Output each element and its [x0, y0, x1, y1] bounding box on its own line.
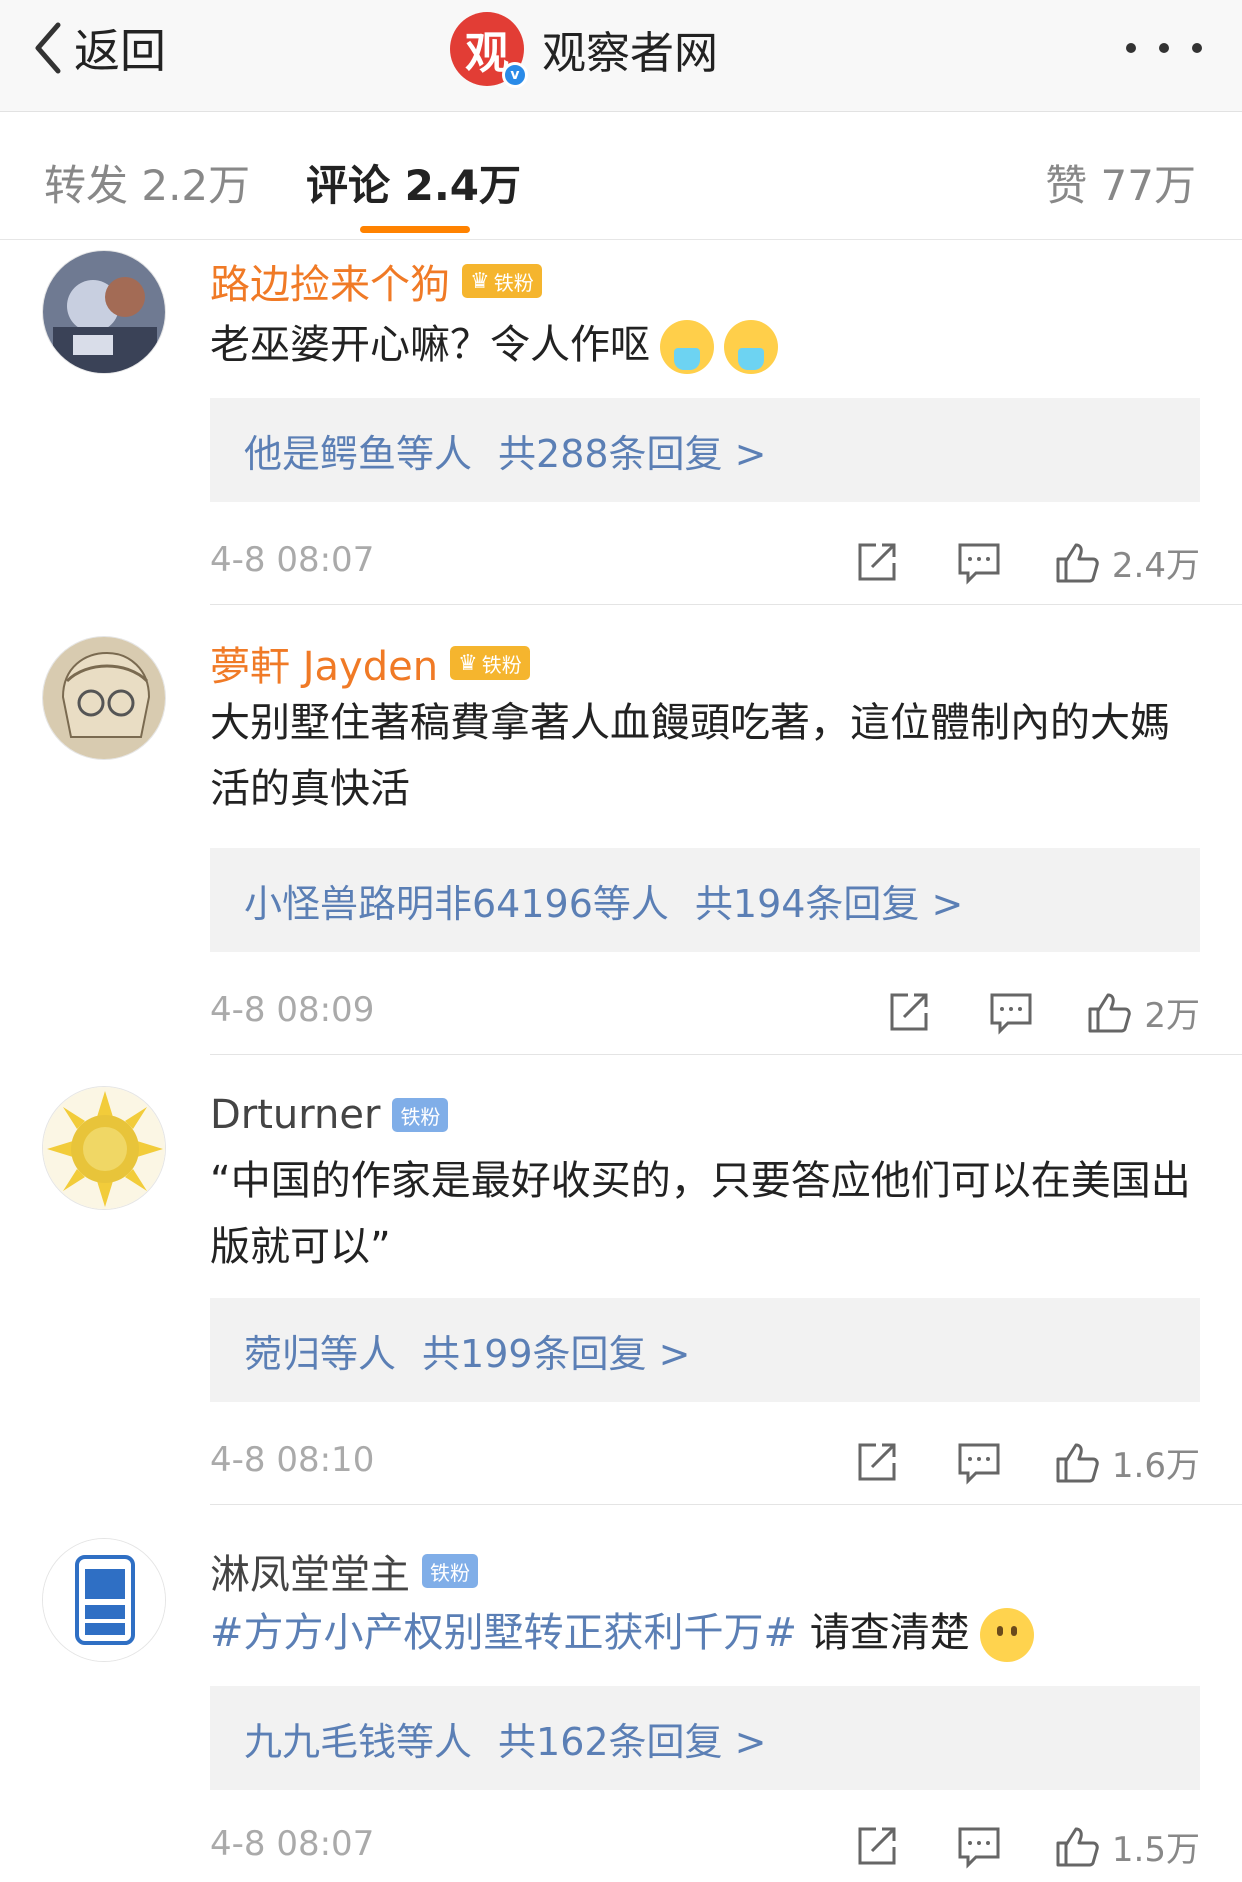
tab-bar: 转发 2.2万 评论 2.4万 赞 77万 [0, 112, 1242, 240]
like-button[interactable]: 2万 [1086, 988, 1200, 1037]
tab-comment[interactable]: 评论 2.4万 [306, 152, 521, 213]
avatar[interactable] [42, 250, 166, 374]
reply-names: 菀归等人 [244, 1331, 397, 1376]
share-icon[interactable] [886, 989, 932, 1035]
username[interactable]: 淋凤堂堂主 [210, 1542, 410, 1600]
more-dot-icon [1126, 43, 1136, 53]
timestamp: 4-8 08:09 [210, 990, 375, 1030]
comment-icon[interactable] [956, 1439, 1002, 1485]
comment-body: 大别墅住著稿費拿著人血饅頭吃著，這位體制內的大媽活的真快活 [210, 700, 1170, 812]
hashtag-link[interactable]: #方方小产权别墅转正获利千万# [210, 1610, 797, 1656]
timestamp: 4-8 08:07 [210, 540, 375, 580]
thumbs-up-icon [1088, 993, 1132, 1033]
thumbs-up-icon [1056, 543, 1099, 583]
share-icon[interactable] [854, 1439, 900, 1485]
reply-summary[interactable]: 他是鳄鱼等人 共288条回复 > [210, 398, 1200, 502]
account-title: 观察者网 [542, 28, 718, 79]
like-count: 1.5万 [1111, 1829, 1200, 1870]
comment-text: “中国的作家是最好收买的，只要答应他们可以在美国出版就可以” [210, 1148, 1200, 1280]
account-avatar: 观 v [450, 12, 528, 88]
share-icon[interactable] [854, 1823, 900, 1869]
divider [210, 604, 1242, 605]
avatar[interactable] [42, 1538, 166, 1662]
vomit-emoji-icon [724, 320, 778, 374]
reply-total: 共194条回复 > [694, 881, 964, 926]
fan-badge-label: 铁粉 [481, 652, 522, 677]
like-count: 2万 [1144, 995, 1200, 1036]
comment-icon[interactable] [988, 989, 1034, 1035]
share-icon[interactable] [854, 539, 900, 585]
crown-icon: ♛ [458, 650, 478, 676]
like-button[interactable]: 1.6万 [1054, 1438, 1200, 1487]
fan-badge: 铁粉 [422, 1554, 478, 1588]
chevron-left-icon [35, 22, 61, 74]
reply-names: 他是鳄鱼等人 [244, 431, 473, 476]
more-dot-icon [1159, 43, 1169, 53]
fan-badge: ♛ 铁粉 [450, 646, 530, 680]
fan-badge: 铁粉 [392, 1098, 449, 1132]
reply-names: 小怪兽路明非64196等人 [244, 881, 669, 926]
divider [210, 1504, 1242, 1505]
avatar-image [43, 637, 165, 759]
fan-badge-label: 铁粉 [430, 1560, 470, 1585]
active-tab-indicator [360, 226, 470, 233]
reply-total: 共162条回复 > [498, 1719, 767, 1764]
reply-total: 共199条回复 > [422, 1331, 691, 1376]
comment-text: 大别墅住著稿費拿著人血饅頭吃著，這位體制內的大媽活的真快活 [210, 690, 1200, 822]
account-header[interactable]: 观 v 观察者网 [450, 12, 718, 88]
avatar-image [43, 1539, 165, 1661]
timestamp: 4-8 08:10 [210, 1440, 375, 1480]
comment-text: 老巫婆开心嘛？令人作呕 [210, 312, 1200, 378]
username[interactable]: 夢軒 Jayden [210, 634, 438, 692]
comment-body: 请查清楚 [797, 1610, 970, 1656]
divider [210, 1054, 1242, 1055]
smile-emoji-icon [979, 1608, 1034, 1662]
reply-summary[interactable]: 菀归等人 共199条回复 > [210, 1298, 1200, 1402]
more-dot-icon [1192, 43, 1202, 53]
avatar-image [43, 1087, 165, 1209]
comment-icon[interactable] [956, 1823, 1002, 1869]
crown-icon: ♛ [470, 268, 490, 294]
fan-badge: ♛ 铁粉 [462, 264, 542, 298]
comment-text: #方方小产权别墅转正获利千万# 请查清楚 [210, 1600, 1200, 1666]
timestamp: 4-8 08:07 [210, 1824, 375, 1864]
reply-total: 共288条回复 > [498, 431, 767, 476]
comment-icon[interactable] [956, 539, 1002, 585]
comment-body: 老巫婆开心嘛？令人作呕 [210, 322, 650, 368]
avatar-image [43, 251, 165, 373]
fan-badge-label: 铁粉 [493, 270, 534, 295]
like-button[interactable]: 1.5万 [1054, 1822, 1200, 1871]
tab-like[interactable]: 赞 77万 [1045, 152, 1196, 213]
reply-summary[interactable]: 小怪兽路明非64196等人 共194条回复 > [210, 848, 1200, 952]
like-button[interactable]: 2.4万 [1054, 538, 1200, 587]
avatar[interactable] [42, 1086, 166, 1210]
back-label: 返回 [74, 24, 166, 78]
tab-repost[interactable]: 转发 2.2万 [44, 152, 250, 213]
thumbs-up-icon [1056, 1827, 1099, 1867]
back-button[interactable]: 返回 [30, 16, 166, 80]
verified-icon: v [502, 62, 528, 88]
avatar[interactable] [42, 636, 166, 760]
top-navbar: 返回 观 v 观察者网 [0, 0, 1242, 112]
username[interactable]: Drturner [210, 1092, 380, 1138]
thumbs-up-icon [1056, 1443, 1099, 1483]
more-options-button[interactable] [1126, 28, 1202, 68]
like-count: 2.4万 [1111, 545, 1200, 586]
fan-badge-label: 铁粉 [400, 1104, 441, 1129]
vomit-emoji-icon [660, 320, 714, 374]
like-count: 1.6万 [1111, 1445, 1200, 1486]
comment-body: “中国的作家是最好收买的，只要答应他们可以在美国出版就可以” [210, 1158, 1191, 1270]
username[interactable]: 路边捡来个狗 [210, 252, 450, 310]
reply-summary[interactable]: 九九毛钱等人 共162条回复 > [210, 1686, 1200, 1790]
reply-names: 九九毛钱等人 [244, 1719, 473, 1764]
